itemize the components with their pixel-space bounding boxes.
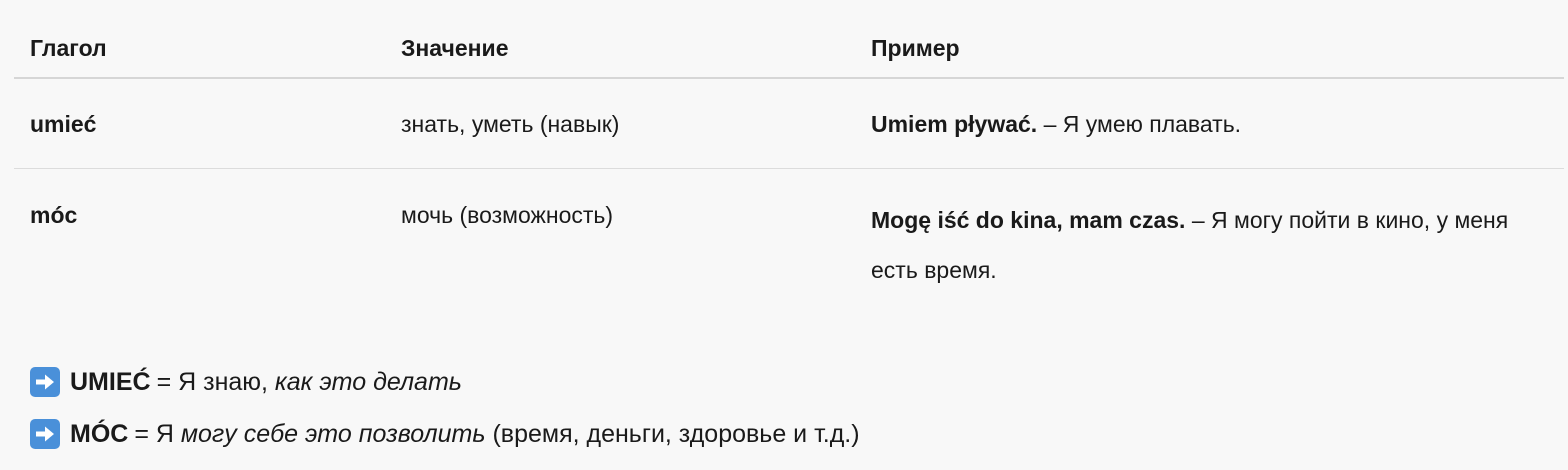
- note-text: = Я: [134, 419, 181, 448]
- verb-comparison-table: Глагол Значение Пример umieć знать, умет…: [14, 18, 1564, 305]
- verb-cell: umieć: [30, 110, 97, 137]
- note-emphasis: как это делать: [274, 367, 462, 396]
- header-example: Пример: [871, 34, 960, 61]
- note-umiec: UMIEĆ = Я знаю, как это делать: [30, 356, 860, 408]
- example-polish: Mogę iść do kina, mam czas.: [871, 207, 1186, 233]
- table-row: móc мочь (возможность) Mogę iść do kina,…: [14, 169, 1564, 305]
- example-polish: Umiem pływać.: [871, 110, 1038, 137]
- example-cell: Mogę iść do kina, mam czas. – Я могу пой…: [855, 195, 1564, 295]
- summary-notes: UMIEĆ = Я знаю, как это делать MÓC = Я м…: [30, 356, 860, 460]
- note-keyword: UMIEĆ: [70, 367, 151, 396]
- header-meaning: Значение: [401, 34, 509, 61]
- table-header-row: Глагол Значение Пример: [14, 18, 1564, 79]
- note-tail: (время, деньги, здоровье и т.д.): [485, 419, 860, 448]
- verb-cell: móc: [30, 202, 78, 228]
- note-emphasis: могу себе это позволить: [180, 419, 486, 448]
- right-arrow-icon: [30, 367, 60, 397]
- example-cell: Umiem pływać. – Я умею плавать.: [855, 102, 1564, 146]
- right-arrow-icon: [30, 419, 60, 449]
- meaning-cell: мочь (возможность): [401, 202, 614, 228]
- example-translation: – Я умею плавать.: [1037, 110, 1242, 137]
- note-text: = Я знаю,: [156, 367, 275, 396]
- meaning-cell: знать, уметь (навык): [401, 110, 620, 137]
- note-keyword: MÓC: [70, 419, 129, 448]
- header-verb: Глагол: [30, 34, 107, 61]
- table-row: umieć знать, уметь (навык) Umiem pływać.…: [14, 79, 1564, 169]
- note-moc: MÓC = Я могу себе это позволить (время, …: [30, 408, 860, 460]
